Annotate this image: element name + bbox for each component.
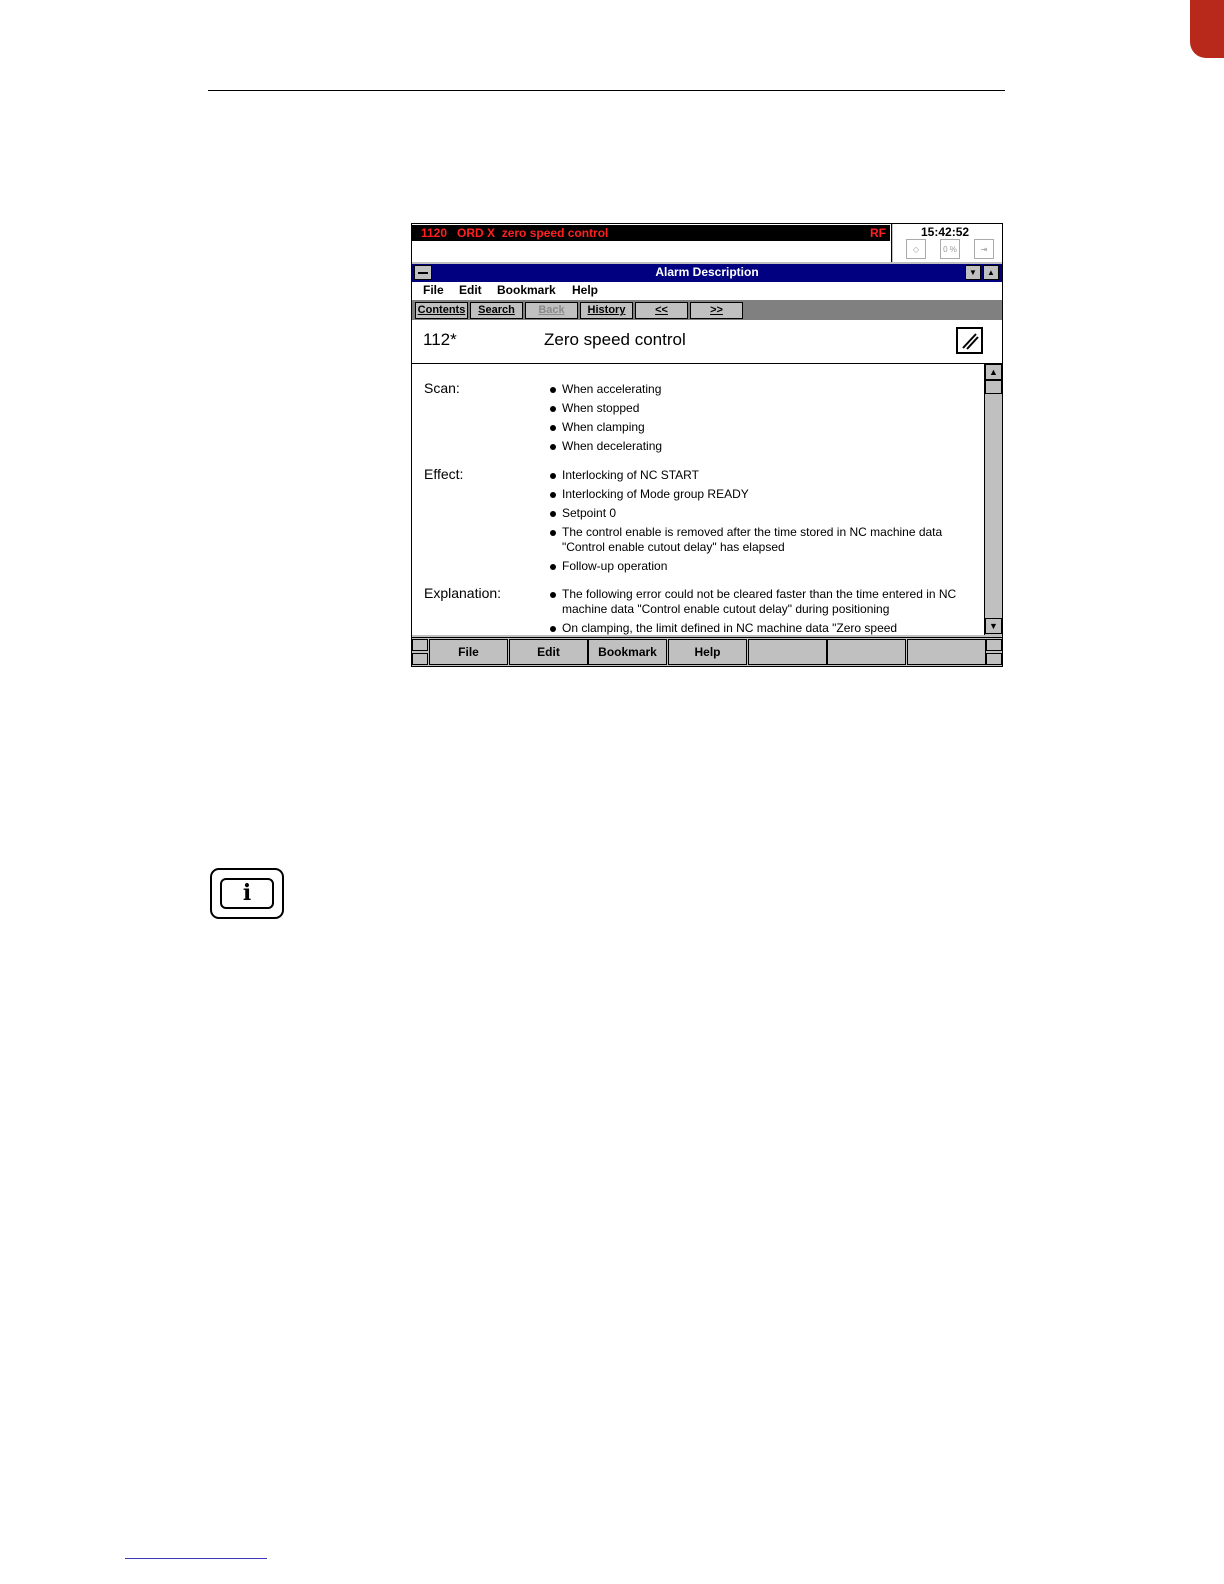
- header-rule: [208, 90, 1005, 91]
- list-item: Interlocking of Mode group READY: [548, 487, 968, 502]
- softkey-bar: File Edit Bookmark Help: [412, 637, 1002, 666]
- softkey-edit[interactable]: Edit: [509, 639, 588, 665]
- footer-link-line: [125, 1558, 267, 1559]
- softkey-left-lower[interactable]: [412, 653, 428, 665]
- percent-icon: 0 %: [940, 239, 960, 259]
- softkey-right-lower[interactable]: [986, 653, 1002, 665]
- list-item: When decelerating: [548, 439, 968, 454]
- edit-note-icon[interactable]: [956, 327, 983, 354]
- list-item: Follow-up operation: [548, 559, 968, 574]
- next-button[interactable]: >>: [690, 302, 743, 319]
- chapter-tab-marker: [1190, 0, 1224, 58]
- scroll-up-icon[interactable]: ▲: [985, 364, 1002, 380]
- softkey-6[interactable]: [827, 639, 906, 665]
- alarm-number: 112*: [423, 330, 457, 349]
- list-item: When clamping: [548, 420, 968, 435]
- softkey-right-upper[interactable]: [986, 639, 1002, 651]
- list-item: The control enable is removed after the …: [548, 525, 968, 555]
- vertical-scrollbar[interactable]: ▲ ▼: [984, 364, 1002, 635]
- section-label: Effect:: [424, 466, 464, 482]
- info-icon: i: [210, 868, 284, 919]
- history-button[interactable]: History: [580, 302, 633, 319]
- list-item: Setpoint 0: [548, 506, 968, 521]
- softkey-file[interactable]: File: [429, 639, 508, 665]
- alarm-line[interactable]: 1120 ORD X zero speed control RF: [412, 225, 890, 241]
- topic-header: 112* Zero speed control: [412, 320, 1002, 364]
- minimize-icon[interactable]: ▼: [965, 265, 981, 280]
- softkey-help[interactable]: Help: [668, 639, 747, 665]
- feed-icon: ◇: [906, 239, 926, 259]
- list-item: On clamping, the limit defined in NC mac…: [548, 621, 968, 635]
- topic-content: Scan: When accelerating When stopped Whe…: [412, 364, 984, 635]
- screenshot-frame: 1120 ORD X zero speed control RF 15:42:5…: [411, 223, 1003, 667]
- section-label: Explanation:: [424, 585, 502, 601]
- previous-button[interactable]: <<: [635, 302, 688, 319]
- list-item: Interlocking of NC START: [548, 468, 968, 483]
- softkey-bookmark[interactable]: Bookmark: [588, 639, 667, 665]
- list-item: When stopped: [548, 401, 968, 416]
- window-title: Alarm Description: [655, 265, 759, 279]
- section-label: Scan:: [424, 380, 460, 396]
- list-item: The following error could not be cleared…: [548, 587, 968, 617]
- softkey-left-upper[interactable]: [412, 639, 428, 651]
- contents-button[interactable]: Contents: [415, 302, 468, 319]
- alarm-tag: RF: [870, 226, 886, 240]
- status-box: 15:42:52 ◇ 0 % ⇥: [893, 224, 1002, 262]
- menu-bookmark[interactable]: Bookmark: [497, 283, 556, 297]
- alarm-message: 1120 ORD X zero speed control: [421, 226, 609, 240]
- menu-help[interactable]: Help: [572, 283, 598, 297]
- clock: 15:42:52: [921, 225, 970, 239]
- softkey-7[interactable]: [907, 639, 986, 665]
- search-button[interactable]: Search: [470, 302, 523, 319]
- alarm-bar: 1120 ORD X zero speed control RF: [412, 224, 892, 262]
- list-item: When accelerating: [548, 382, 968, 397]
- maximize-icon[interactable]: ▲: [983, 265, 999, 280]
- percent-label: 0 %: [943, 245, 957, 254]
- scroll-down-icon[interactable]: ▼: [985, 618, 1002, 634]
- menu-bar: File Edit Bookmark Help: [412, 282, 1002, 300]
- title-bar: Alarm Description ▼ ▲: [412, 264, 1002, 282]
- back-button[interactable]: Back: [525, 302, 578, 319]
- scroll-thumb[interactable]: [985, 380, 1002, 394]
- menu-file[interactable]: File: [423, 283, 444, 297]
- help-button-bar: Contents Search Back History << >>: [412, 300, 1002, 320]
- alarm-title: Zero speed control: [544, 330, 686, 349]
- menu-edit[interactable]: Edit: [459, 283, 482, 297]
- exit-icon: ⇥: [974, 239, 994, 259]
- softkey-5[interactable]: [748, 639, 827, 665]
